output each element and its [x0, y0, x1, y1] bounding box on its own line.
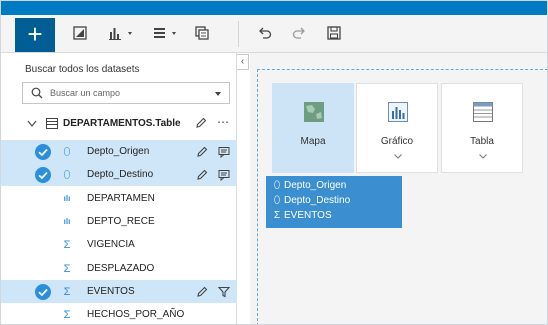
copy-icon[interactable]: [195, 25, 209, 41]
viz-label-table: Tabla: [470, 136, 494, 147]
drag-item-label: Depto_Origen: [284, 180, 347, 191]
header-bar: [1, 1, 547, 15]
filter-icon[interactable]: [217, 285, 231, 298]
expand-chevron-icon[interactable]: [27, 120, 37, 128]
checkmark-icon[interactable]: [35, 167, 51, 183]
field-label: Depto_Destino: [87, 169, 154, 180]
viz-option-chart[interactable]: Gráfico: [356, 83, 438, 173]
chart-icon[interactable]: [109, 25, 135, 41]
field-row[interactable]: Σ HECHOS_POR_AÑO: [1, 303, 237, 324]
sigma-icon: Σ: [63, 309, 71, 321]
drag-item: ⬯ Depto_Destino: [270, 195, 350, 209]
drag-item-label: EVENTOS: [284, 210, 332, 221]
drag-item: Σ EVENTOS: [270, 210, 332, 224]
checkmark-icon[interactable]: [35, 144, 51, 160]
sigma-icon: Σ: [63, 239, 71, 251]
field-row[interactable]: Σ EVENTOS: [1, 280, 237, 303]
more-options-icon[interactable]: ⋯: [217, 115, 230, 129]
add-button[interactable]: +: [15, 18, 55, 52]
field-label: HECHOS_POR_AÑO: [87, 309, 185, 320]
map-icon: [304, 102, 324, 122]
drag-fields-box[interactable]: ⬯ Depto_Origen ⬯ Depto_Destino Σ EVENTOS: [266, 176, 402, 228]
location-icon: ⬯: [63, 146, 71, 158]
viz-option-table[interactable]: Tabla: [441, 83, 523, 173]
field-label: DEPARTAMEN: [87, 193, 155, 204]
viz-label-map: Mapa: [300, 136, 326, 147]
insights-app: + ‹ Buscar todos los datasets Buscar un …: [0, 0, 548, 325]
edit-icon[interactable]: [195, 117, 207, 129]
table-icon: [473, 102, 493, 122]
toolbar-divider: [238, 21, 239, 47]
comment-icon[interactable]: [218, 145, 231, 159]
search-icon: [31, 87, 43, 99]
location-icon: ⬯: [273, 180, 281, 191]
field-label: Depto_Origen: [87, 146, 150, 157]
edit-icon[interactable]: [196, 285, 209, 298]
chevron-down-icon[interactable]: [394, 154, 402, 159]
sigma-icon: Σ: [63, 263, 71, 275]
search-placeholder: Buscar un campo: [50, 88, 121, 98]
field-label: DEPTO_RECE: [87, 216, 155, 227]
drag-item: ⬯ Depto_Origen: [270, 180, 346, 194]
field-row[interactable]: ılı DEPARTAMEN: [1, 187, 237, 210]
field-label: DESPLAZADO: [87, 263, 155, 274]
edit-icon[interactable]: [196, 145, 209, 158]
field-row[interactable]: Σ VIGENCIA: [1, 233, 237, 256]
undo-icon[interactable]: [258, 25, 272, 41]
chevron-down-icon[interactable]: [479, 154, 487, 159]
chevron-down-icon[interactable]: [215, 92, 221, 96]
dataset-header[interactable]: DEPARTAMENTOS.Table ⋯: [1, 113, 237, 135]
field-row[interactable]: Σ DESPLAZADO: [1, 257, 237, 280]
search-field[interactable]: Buscar un campo: [22, 82, 230, 104]
string-field-icon: ılı: [63, 217, 71, 226]
viz-label-chart: Gráfico: [380, 136, 414, 147]
location-icon: ⬯: [63, 169, 71, 181]
dataset-name: DEPARTAMENTOS.Table: [63, 118, 181, 129]
swap-icon[interactable]: [73, 25, 87, 41]
sigma-icon: Σ: [63, 286, 71, 298]
drag-item-label: Depto_Destino: [284, 195, 351, 206]
table-icon: [46, 118, 58, 129]
table-icon[interactable]: [153, 25, 179, 41]
viz-option-map[interactable]: Mapa: [272, 83, 354, 173]
field-row[interactable]: ⬯ Depto_Origen: [1, 140, 237, 163]
datasets-title[interactable]: Buscar todos los datasets: [25, 64, 140, 75]
location-icon: ⬯: [273, 195, 281, 206]
redo-icon[interactable]: [292, 25, 306, 41]
field-label: VIGENCIA: [87, 239, 135, 250]
checkmark-icon[interactable]: [35, 284, 51, 300]
field-label: EVENTOS: [87, 286, 135, 297]
field-row[interactable]: ılı DEPTO_RECE: [1, 210, 237, 233]
save-icon[interactable]: [327, 25, 341, 41]
edit-icon[interactable]: [196, 168, 209, 181]
comment-icon[interactable]: [218, 168, 231, 182]
bar-chart-icon: [388, 102, 408, 122]
field-row[interactable]: ⬯ Depto_Destino: [1, 163, 237, 186]
string-field-icon: ılı: [63, 194, 71, 203]
collapse-pane-button[interactable]: ‹: [237, 54, 249, 70]
sigma-icon: Σ: [273, 210, 281, 221]
